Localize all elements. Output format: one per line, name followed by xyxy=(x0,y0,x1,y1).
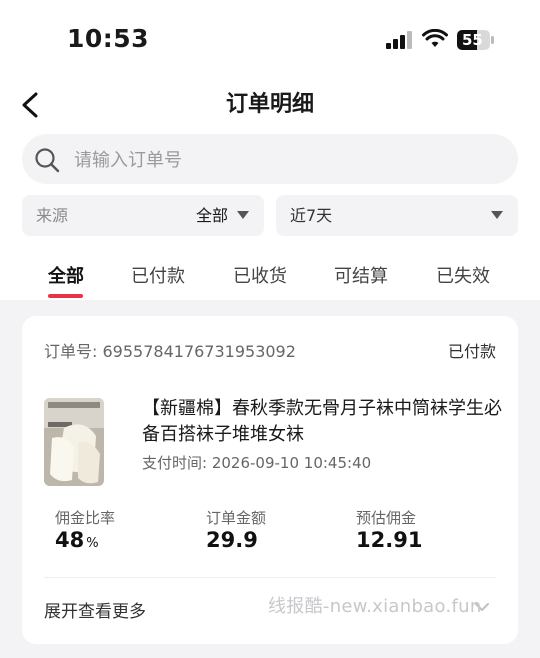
order-amount-value: 29.9 xyxy=(206,528,258,552)
wifi-icon xyxy=(422,29,448,47)
order-amount-label: 订单金额 xyxy=(206,509,267,527)
watermark: 线报酷-new.xianbao.fun xyxy=(268,596,482,617)
search-icon xyxy=(35,148,60,173)
nav-bar: 订单明细 xyxy=(0,80,540,130)
order-number-value: 6955784176731953092 xyxy=(102,342,296,361)
commission-rate-number: 48 xyxy=(55,528,85,552)
order-number: 订单号: 6955784176731953092 xyxy=(44,338,296,362)
payment-time-value: 2026-09-10 10:45:40 xyxy=(211,454,372,472)
search-bar[interactable] xyxy=(22,134,518,186)
status-tabs: 全部 已付款 已收货 可结算 已失效 xyxy=(0,250,540,300)
payment-time-label: 支付时间: xyxy=(142,454,208,472)
commission-rate-value: 48% xyxy=(55,528,99,552)
caret-down-icon xyxy=(237,211,249,219)
tab-paid[interactable]: 已付款 xyxy=(131,262,185,288)
card-divider xyxy=(44,577,496,578)
commission-rate-unit: % xyxy=(86,536,99,551)
status-bar: 10:53 55 xyxy=(0,0,540,80)
tab-all[interactable]: 全部 xyxy=(48,262,84,288)
commission-rate-label: 佣金比率 xyxy=(55,509,116,527)
caret-down-icon xyxy=(491,211,503,219)
product-thumbnail xyxy=(44,398,104,486)
tab-invalid[interactable]: 已失效 xyxy=(436,262,490,288)
tab-received[interactable]: 已收货 xyxy=(233,262,287,288)
payment-time: 支付时间: 2026-09-10 10:45:40 xyxy=(142,452,371,473)
source-filter-value: 全部 xyxy=(195,206,228,225)
order-status-badge: 已付款 xyxy=(447,342,496,361)
expand-more-button[interactable]: 展开查看更多 xyxy=(44,597,146,622)
active-tab-indicator xyxy=(48,294,83,298)
order-number-label: 订单号: xyxy=(44,342,98,361)
signal-icon xyxy=(386,31,412,49)
page-title: 订单明细 xyxy=(225,92,314,117)
status-time: 10:53 xyxy=(67,24,150,53)
source-filter-dropdown[interactable]: 来源 全部 xyxy=(22,195,264,236)
estimated-commission-label: 预估佣金 xyxy=(356,509,417,527)
source-filter-label: 来源 xyxy=(36,206,69,225)
estimated-commission-value: 12.91 xyxy=(356,528,423,552)
product-title[interactable]: 【新疆棉】春秋季款无骨月子袜中筒袜学生必备百搭袜子堆堆女袜 xyxy=(142,396,502,448)
date-filter-dropdown[interactable]: 近7天 xyxy=(276,195,518,236)
tab-settleable[interactable]: 可结算 xyxy=(334,262,388,288)
date-filter-label: 近7天 xyxy=(290,206,333,225)
battery-level: 55 xyxy=(462,31,483,49)
search-input[interactable] xyxy=(72,134,496,186)
